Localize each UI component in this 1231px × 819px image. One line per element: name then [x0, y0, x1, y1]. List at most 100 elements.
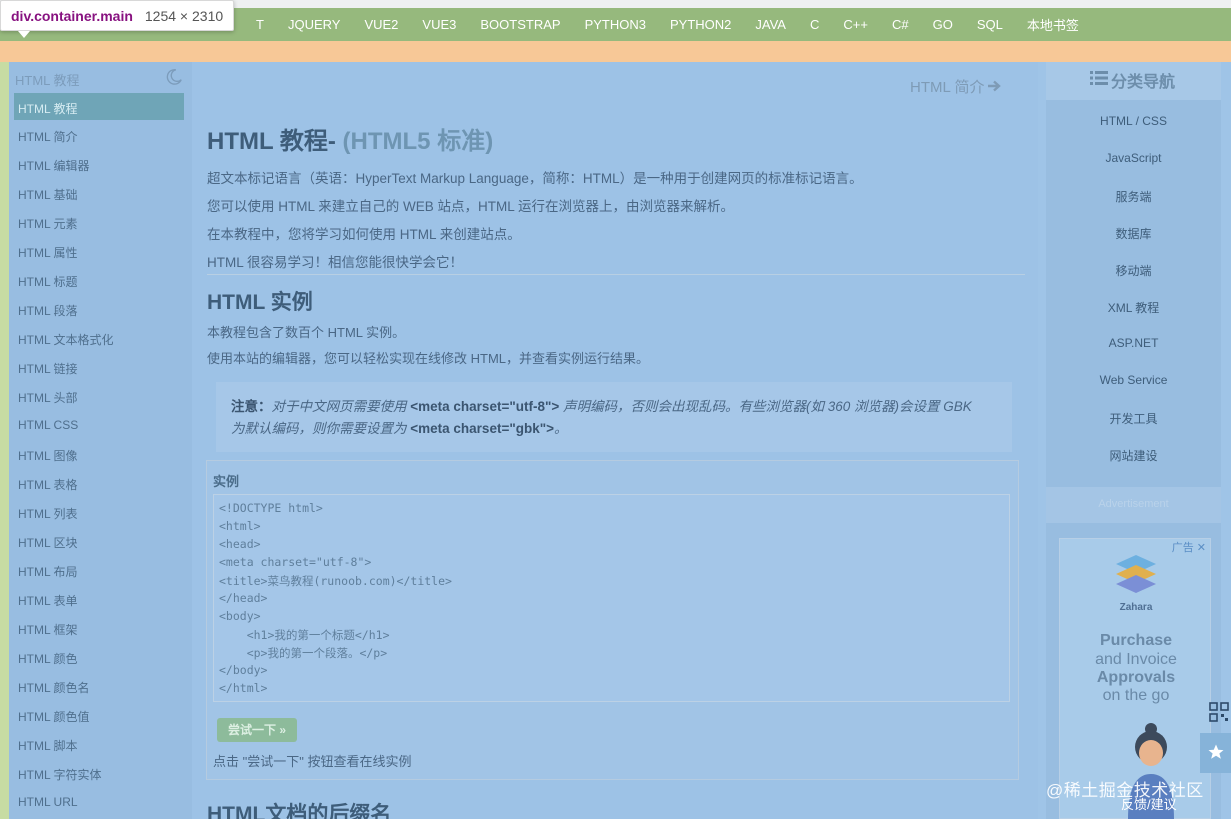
note-text: 为默认编码，则你需要设置为: [231, 421, 411, 436]
code-block[interactable]: <!DOCTYPE html> <html> <head> <meta charset…: [213, 494, 1010, 702]
note-box: 注意：对于中文网页需要使用 <meta charset="utf-8"> 声明编…: [216, 382, 1012, 452]
category-nav-item[interactable]: Web Service: [1046, 373, 1221, 387]
sidebar-item[interactable]: HTML 属性: [18, 244, 78, 261]
sidebar-item[interactable]: HTML 头部: [18, 389, 78, 406]
intro-paragraph: 您可以使用 HTML 来建立自己的 WEB 站点，HTML 运行在浏览器上，由浏…: [207, 199, 735, 214]
main-content: HTML 简介 HTML 教程- (HTML5 标准) 超文本标记语言（英语：H…: [192, 62, 1038, 819]
note-code: <meta charset="gbk">: [410, 421, 555, 436]
sidebar: HTML 教程 HTML 教程 HTML 简介 HTML 编辑器 HTML 基础 HT…: [9, 62, 192, 819]
sidebar-item[interactable]: HTML 段落: [18, 302, 78, 319]
code-line: </html>: [219, 681, 268, 695]
code-line: </head>: [219, 591, 268, 605]
code-line: <html>: [219, 519, 261, 533]
sidebar-item[interactable]: HTML 区块: [18, 534, 78, 551]
devtools-tooltip-arrow: [18, 31, 30, 38]
nav-item[interactable]: 本地书签: [1027, 15, 1079, 34]
category-nav-item[interactable]: JavaScript: [1046, 151, 1221, 165]
left-padding-strip: [0, 62, 9, 819]
code-line: <!DOCTYPE html>: [219, 501, 323, 515]
devtools-tooltip: div.container.main 1254 × 2310: [0, 0, 235, 31]
category-nav-item[interactable]: 移动端: [1046, 262, 1221, 279]
next-page-label: HTML 简介: [910, 79, 985, 96]
sidebar-item[interactable]: HTML 颜色值: [18, 708, 90, 725]
sidebar-item-active[interactable]: HTML 教程: [14, 93, 184, 120]
page-title: HTML 教程- (HTML5 标准): [207, 121, 493, 156]
sidebar-item[interactable]: HTML 标题: [18, 273, 78, 290]
nav-item[interactable]: GO: [933, 17, 953, 32]
nav-item[interactable]: VUE2: [364, 17, 398, 32]
nav-item[interactable]: VUE3: [422, 17, 456, 32]
example-label: 实例: [213, 474, 240, 489]
sidebar-item[interactable]: HTML 基础: [18, 186, 78, 203]
nav-item[interactable]: JQUERY: [288, 17, 341, 32]
category-nav-item[interactable]: 网站建设: [1046, 447, 1221, 464]
code-line: <head>: [219, 537, 261, 551]
sidebar-item[interactable]: HTML 字符实体: [18, 766, 102, 783]
nav-item[interactable]: SQL: [977, 17, 1003, 32]
feedback-link[interactable]: 反馈/建议: [1121, 794, 1177, 813]
nav-item[interactable]: JAVA: [755, 17, 786, 32]
category-nav-item[interactable]: ASP.NET: [1046, 336, 1221, 350]
category-nav-item[interactable]: HTML / CSS: [1046, 114, 1221, 128]
nav-item[interactable]: C++: [843, 17, 868, 32]
sidebar-item[interactable]: HTML 列表: [18, 505, 78, 522]
category-nav-header: 分类导航: [1046, 62, 1221, 100]
code-line: <meta charset="utf-8">: [219, 555, 372, 569]
nav-item[interactable]: BOOTSTRAP: [480, 17, 560, 32]
page-title-main: HTML 教程-: [207, 128, 336, 155]
try-caption: 点击 "尝试一下" 按钮查看在线实例: [213, 754, 412, 769]
nav-item[interactable]: PYTHON3: [585, 17, 646, 32]
nav-item[interactable]: T: [256, 17, 264, 32]
example-box: 实例 <!DOCTYPE html> <html> <head> <meta char…: [206, 460, 1019, 780]
note-text: 。: [554, 421, 568, 436]
moon-icon[interactable]: [165, 68, 183, 86]
advertisement-header: Advertisement: [1046, 487, 1221, 523]
intro-paragraph: HTML 很容易学习！相信您能很快学会它！: [207, 255, 463, 270]
sidebar-header: HTML 教程: [15, 66, 185, 90]
sidebar-item[interactable]: HTML 表格: [18, 476, 78, 493]
sidebar-item[interactable]: HTML 布局: [18, 563, 78, 580]
category-nav-item[interactable]: 数据库: [1046, 225, 1221, 242]
next-page-link[interactable]: HTML 简介: [910, 76, 1002, 97]
try-it-button[interactable]: 尝试一下 »: [217, 718, 297, 742]
advertisement-label: Advertisement: [1098, 498, 1169, 510]
page-title-sub: (HTML5 标准): [342, 128, 494, 155]
sidebar-item[interactable]: HTML 颜色名: [18, 679, 90, 696]
sidebar-item[interactable]: HTML 简介: [18, 128, 78, 145]
zahara-logo-icon: [1116, 555, 1156, 593]
ad-line: Approvals: [1096, 669, 1176, 686]
nav-item[interactable]: PYTHON2: [670, 17, 731, 32]
ad-tag[interactable]: 广告 ✕: [1172, 539, 1206, 555]
category-nav-item[interactable]: 开发工具: [1046, 410, 1221, 427]
intro-paragraph: 超文本标记语言（英语：HyperText Markup Language，简称：…: [207, 171, 863, 186]
sidebar-item[interactable]: HTML 脚本: [18, 737, 78, 754]
sidebar-item[interactable]: HTML 表单: [18, 592, 78, 609]
category-nav-item[interactable]: XML 教程: [1046, 299, 1221, 316]
examples-paragraph: 本教程包含了数百个 HTML 实例。: [207, 325, 406, 340]
sidebar-item[interactable]: HTML 图像: [18, 447, 78, 464]
sidebar-item[interactable]: HTML 颜色: [18, 650, 78, 667]
top-nav-items: T JQUERY VUE2 VUE3 BOOTSTRAP PYTHON3 PYTHON2 JA…: [256, 8, 1103, 41]
code-line: <body>: [219, 609, 261, 623]
ad-line: Purchase: [1099, 632, 1173, 649]
note-line: 注意：对于中文网页需要使用 <meta charset="utf-8"> 声明编…: [231, 395, 972, 415]
nav-item[interactable]: C#: [892, 17, 909, 32]
category-nav-item[interactable]: 服务端: [1046, 188, 1221, 205]
sidebar-item[interactable]: HTML CSS: [18, 418, 78, 432]
qr-code-icon[interactable]: [1209, 702, 1229, 722]
star-icon: [1208, 744, 1224, 759]
nav-item[interactable]: C: [810, 17, 819, 32]
sidebar-item[interactable]: HTML 元素: [18, 215, 78, 232]
note-text: 对于中文网页需要使用: [271, 399, 411, 414]
sidebar-item[interactable]: HTML URL: [18, 795, 78, 809]
sidebar-item[interactable]: HTML 编辑器: [18, 157, 90, 174]
sidebar-item[interactable]: HTML 文本格式化: [18, 331, 114, 348]
devtools-dimensions: 1254 × 2310: [144, 7, 224, 24]
favorite-button[interactable]: [1200, 733, 1231, 773]
section-heading: HTML文档的后缀名: [207, 803, 392, 819]
sidebar-item[interactable]: HTML 链接: [18, 360, 78, 377]
note-code: <meta charset="utf-8">: [410, 399, 560, 414]
code-line: <h1>我的第一个标题</h1>: [219, 628, 390, 642]
sidebar-item[interactable]: HTML 框架: [18, 621, 78, 638]
note-prefix: 注意：: [231, 399, 272, 414]
